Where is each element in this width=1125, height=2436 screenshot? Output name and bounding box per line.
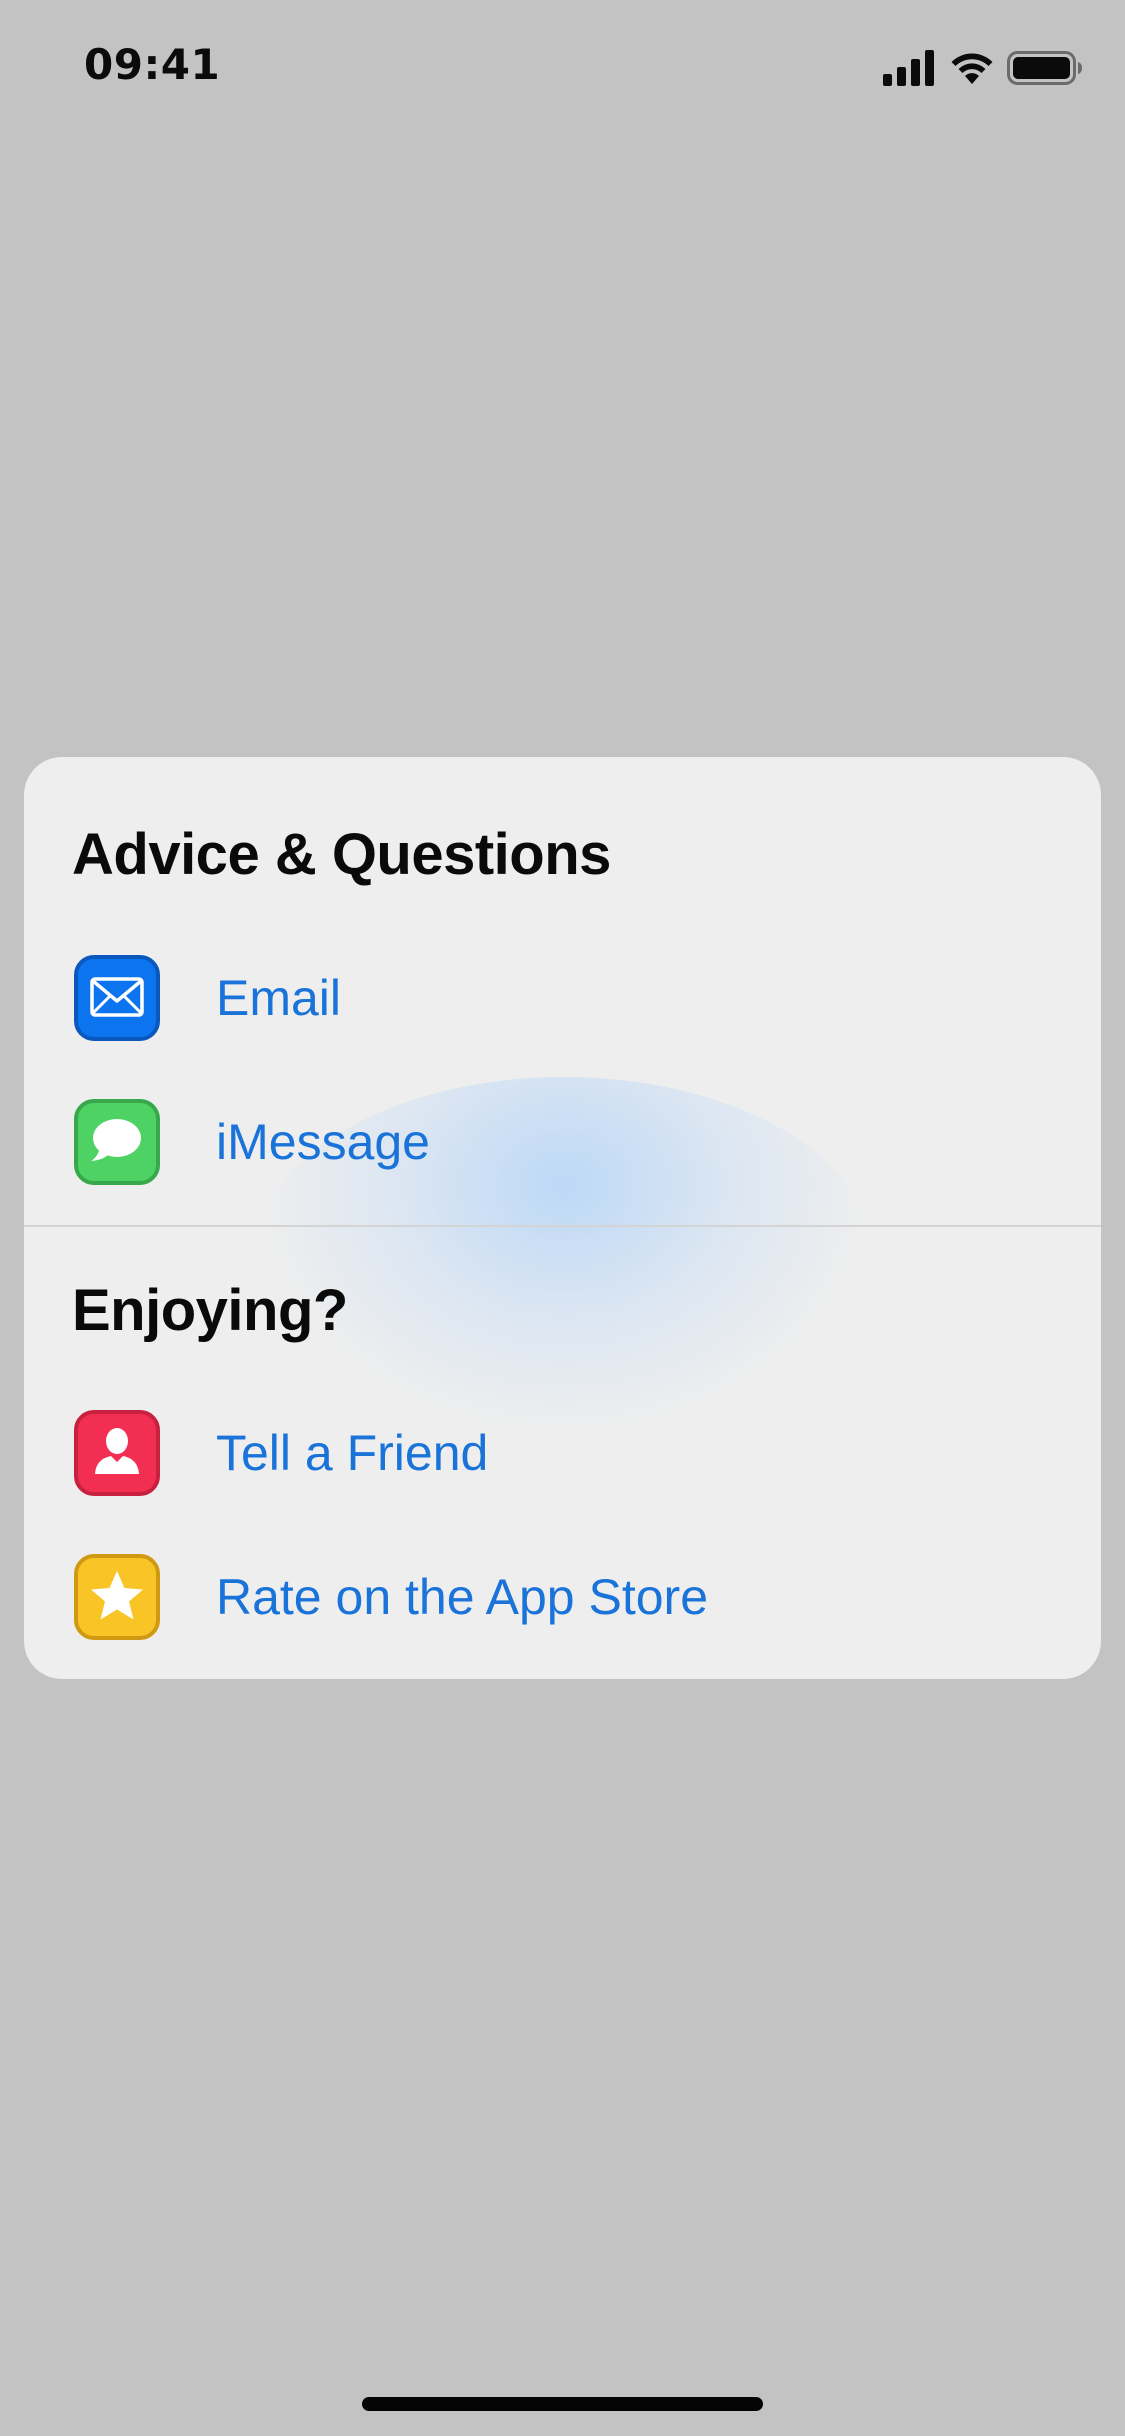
home-indicator[interactable] bbox=[362, 2397, 763, 2411]
imessage-label: iMessage bbox=[216, 1114, 430, 1170]
person-icon bbox=[74, 1410, 160, 1496]
section-title: Advice & Questions bbox=[72, 822, 611, 887]
imessage-row[interactable]: iMessage bbox=[24, 1087, 1101, 1197]
star-icon bbox=[74, 1554, 160, 1640]
status-icons bbox=[883, 49, 1083, 91]
wifi-icon bbox=[949, 50, 995, 91]
rate-app-store-label: Rate on the App Store bbox=[216, 1569, 709, 1625]
section-divider bbox=[24, 1225, 1101, 1227]
mail-icon bbox=[74, 955, 160, 1041]
battery-icon bbox=[1007, 50, 1083, 91]
message-bubble-icon bbox=[74, 1099, 160, 1185]
email-row[interactable]: Email bbox=[24, 943, 1101, 1053]
cellular-signal-icon bbox=[883, 49, 937, 91]
status-bar: 09:41 bbox=[0, 0, 1125, 130]
contact-sheet: Advice & Questions Email iMessage Enjoyi… bbox=[24, 757, 1101, 1679]
tell-a-friend-row[interactable]: Tell a Friend bbox=[24, 1398, 1101, 1508]
status-time: 09:41 bbox=[84, 40, 221, 89]
rate-app-store-row[interactable]: Rate on the App Store bbox=[24, 1542, 1101, 1652]
tell-a-friend-label: Tell a Friend bbox=[216, 1425, 489, 1481]
section-title: Enjoying? bbox=[72, 1278, 348, 1343]
email-label: Email bbox=[216, 970, 342, 1026]
